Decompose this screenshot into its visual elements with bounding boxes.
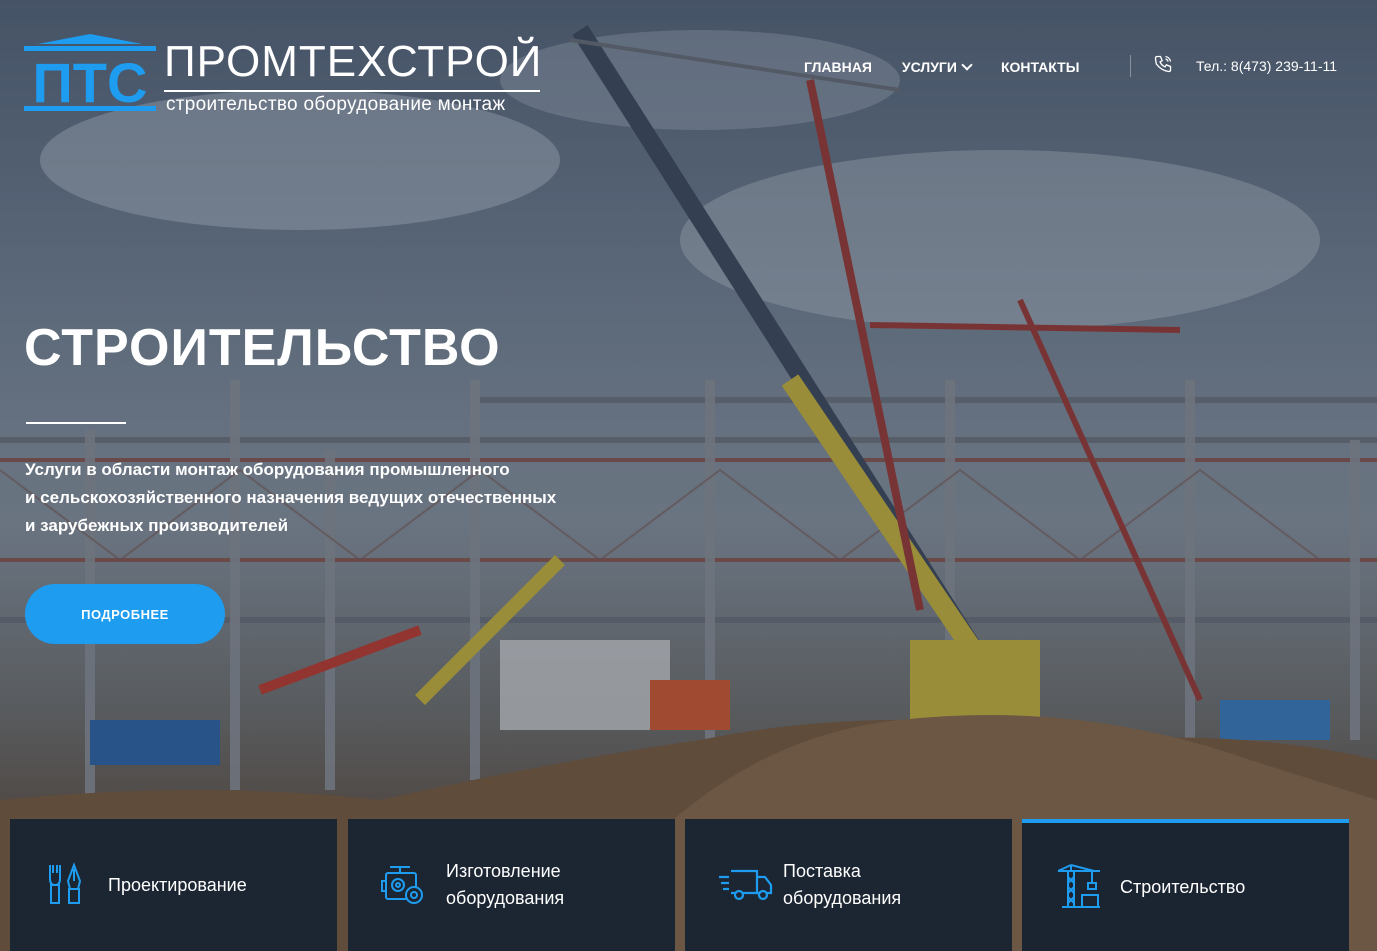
brand-tagline: строительство оборудование монтаж: [166, 94, 506, 115]
service-label-line: Изготовление: [446, 861, 561, 881]
delivery-truck-icon: [719, 869, 773, 901]
more-details-button[interactable]: ПОДРОБНЕЕ: [25, 584, 225, 644]
service-label: Поставка оборудования: [783, 858, 901, 912]
nav-item-home[interactable]: ГЛАВНАЯ: [804, 59, 872, 75]
service-label-line: оборудования: [446, 888, 565, 908]
nav-item-services[interactable]: УСЛУГИ: [901, 59, 973, 75]
service-label-line: Поставка: [783, 861, 861, 881]
hero-description-line: и зарубежных производителей: [25, 516, 289, 535]
hero-divider: [26, 422, 126, 424]
service-cards: Проектирование Изготовление оборудования: [10, 819, 1350, 951]
design-tools-icon: [49, 862, 82, 904]
site-logo[interactable]: ПТС ПРОМТЕХСТРОЙ строительство оборудова…: [24, 34, 544, 115]
nav-item-contacts[interactable]: КОНТАКТЫ: [1001, 59, 1079, 75]
chevron-down-icon: [961, 59, 973, 71]
phone-link[interactable]: Тел.: 8(473) 239-11-11: [1196, 58, 1337, 74]
logo-letters: ПТС: [33, 51, 148, 112]
service-card-manufacturing[interactable]: Изготовление оборудования: [348, 819, 675, 951]
hero-description: Услуги в области монтаж оборудования про…: [25, 456, 645, 540]
nav-item-label: КОНТАКТЫ: [1000, 59, 1080, 75]
service-card-construction[interactable]: Строительство: [1022, 819, 1349, 951]
nav-divider: [1130, 55, 1131, 77]
brand-name: ПРОМТЕХСТРОЙ: [164, 37, 543, 86]
hero-description-line: и сельскохозяйственного назначения ведущ…: [25, 488, 557, 507]
crane-icon: [1057, 864, 1100, 908]
service-label-line: Строительство: [1120, 876, 1246, 897]
service-label: Проектирование: [108, 872, 247, 899]
service-label: Изготовление оборудования: [446, 858, 564, 912]
manufacturing-icon: [381, 866, 423, 904]
hero-section: ПТС ПРОМТЕХСТРОЙ строительство оборудова…: [0, 0, 1377, 951]
hero-description-line: Услуги в области монтаж оборудования про…: [25, 460, 510, 479]
service-label: Строительство: [1120, 874, 1245, 901]
service-card-delivery[interactable]: Поставка оборудования: [685, 819, 1012, 951]
logo-mark-icon: ПТС: [24, 34, 156, 112]
service-label-line: Проектирование: [108, 874, 247, 895]
service-card-design[interactable]: Проектирование: [10, 819, 337, 951]
logo-divider: [164, 90, 540, 92]
phone-icon[interactable]: [1153, 54, 1173, 74]
nav-item-label: УСЛУГИ: [901, 59, 957, 75]
main-nav: ГЛАВНАЯ УСЛУГИ КОНТАКТЫ: [804, 56, 1109, 78]
hero-title: СТРОИТЕЛЬСТВО: [24, 319, 501, 377]
nav-item-label: ГЛАВНАЯ: [804, 59, 872, 75]
service-label-line: оборудования: [783, 888, 902, 908]
